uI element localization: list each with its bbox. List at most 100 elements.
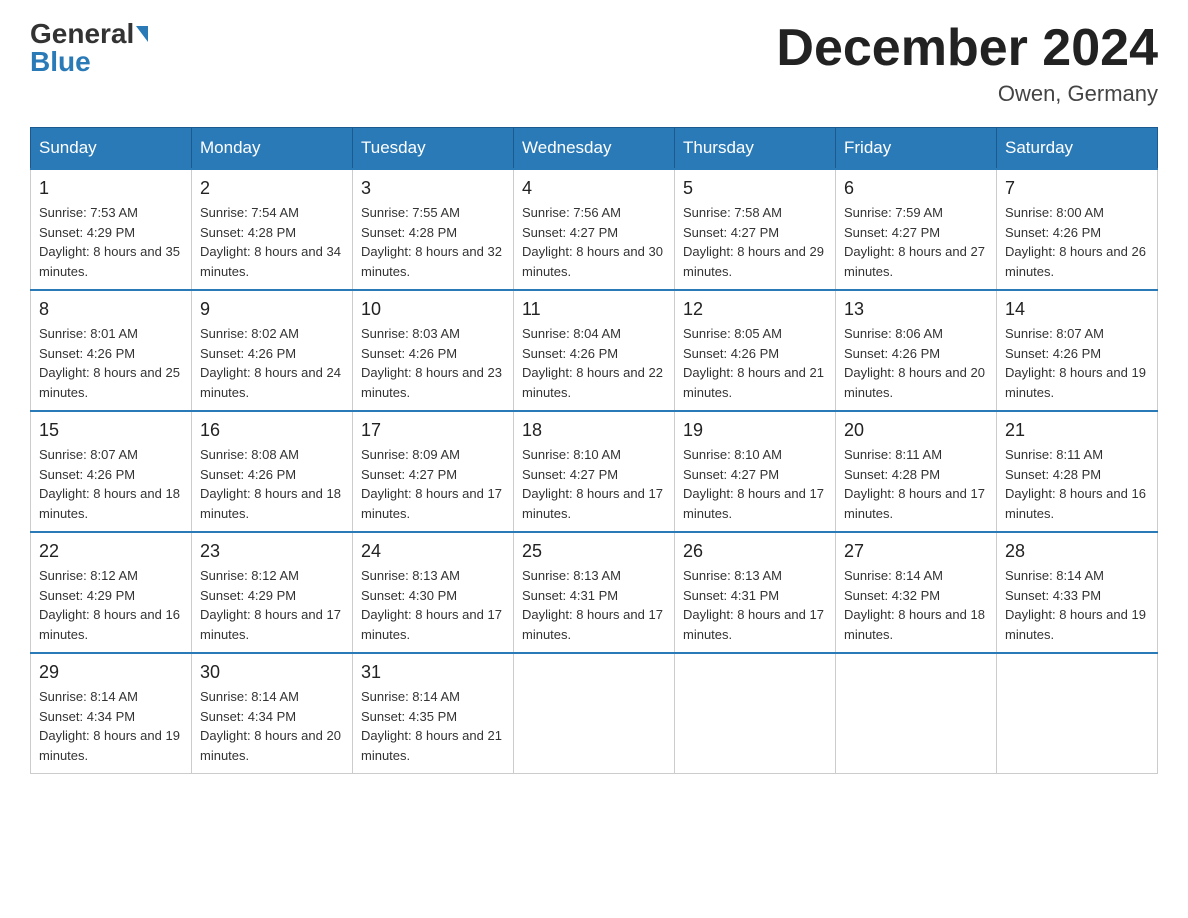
calendar-cell (836, 653, 997, 774)
day-number: 11 (522, 299, 666, 320)
day-info: Sunrise: 8:12 AMSunset: 4:29 PMDaylight:… (200, 566, 344, 644)
day-number: 23 (200, 541, 344, 562)
day-info: Sunrise: 8:09 AMSunset: 4:27 PMDaylight:… (361, 445, 505, 523)
day-info: Sunrise: 8:14 AMSunset: 4:34 PMDaylight:… (200, 687, 344, 765)
day-info: Sunrise: 8:11 AMSunset: 4:28 PMDaylight:… (1005, 445, 1149, 523)
page-header: General Blue December 2024 Owen, Germany (30, 20, 1158, 107)
calendar-week-4: 22 Sunrise: 8:12 AMSunset: 4:29 PMDayligh… (31, 532, 1158, 653)
day-number: 6 (844, 178, 988, 199)
calendar-cell (675, 653, 836, 774)
day-info: Sunrise: 8:14 AMSunset: 4:34 PMDaylight:… (39, 687, 183, 765)
day-info: Sunrise: 8:03 AMSunset: 4:26 PMDaylight:… (361, 324, 505, 402)
calendar-cell: 1 Sunrise: 7:53 AMSunset: 4:29 PMDaylight… (31, 169, 192, 290)
day-number: 19 (683, 420, 827, 441)
calendar-cell: 14Sunrise: 8:07 AMSunset: 4:26 PMDayligh… (997, 290, 1158, 411)
calendar-cell: 18 Sunrise: 8:10 AMSunset: 4:27 PMDayligh… (514, 411, 675, 532)
day-info: Sunrise: 8:01 AMSunset: 4:26 PMDaylight:… (39, 324, 183, 402)
calendar-cell: 21 Sunrise: 8:11 AMSunset: 4:28 PMDayligh… (997, 411, 1158, 532)
day-number: 4 (522, 178, 666, 199)
logo-text-blue: Blue (30, 48, 91, 76)
day-number: 2 (200, 178, 344, 199)
day-number: 31 (361, 662, 505, 683)
day-number: 18 (522, 420, 666, 441)
month-title: December 2024 (776, 20, 1158, 77)
day-info: Sunrise: 8:07 AMSunset: 4:26 PMDaylight:… (1005, 324, 1149, 402)
day-number: 13 (844, 299, 988, 320)
calendar-week-1: 1 Sunrise: 7:53 AMSunset: 4:29 PMDaylight… (31, 169, 1158, 290)
calendar-cell: 16 Sunrise: 8:08 AMSunset: 4:26 PMDayligh… (192, 411, 353, 532)
day-number: 26 (683, 541, 827, 562)
header-friday: Friday (836, 128, 997, 170)
calendar-cell: 26 Sunrise: 8:13 AMSunset: 4:31 PMDayligh… (675, 532, 836, 653)
day-info: Sunrise: 7:56 AMSunset: 4:27 PMDaylight:… (522, 203, 666, 281)
calendar-cell: 8 Sunrise: 8:01 AMSunset: 4:26 PMDaylight… (31, 290, 192, 411)
day-number: 9 (200, 299, 344, 320)
title-area: December 2024 Owen, Germany (776, 20, 1158, 107)
calendar-cell: 7Sunrise: 8:00 AMSunset: 4:26 PMDaylight… (997, 169, 1158, 290)
day-info: Sunrise: 8:13 AMSunset: 4:30 PMDaylight:… (361, 566, 505, 644)
calendar-table: Sunday Monday Tuesday Wednesday Thursday… (30, 127, 1158, 774)
day-info: Sunrise: 8:11 AMSunset: 4:28 PMDaylight:… (844, 445, 988, 523)
calendar-cell: 29Sunrise: 8:14 AMSunset: 4:34 PMDayligh… (31, 653, 192, 774)
calendar-cell: 2 Sunrise: 7:54 AMSunset: 4:28 PMDaylight… (192, 169, 353, 290)
calendar-cell: 24 Sunrise: 8:13 AMSunset: 4:30 PMDayligh… (353, 532, 514, 653)
day-info: Sunrise: 8:10 AMSunset: 4:27 PMDaylight:… (683, 445, 827, 523)
day-number: 5 (683, 178, 827, 199)
calendar-cell: 17 Sunrise: 8:09 AMSunset: 4:27 PMDayligh… (353, 411, 514, 532)
day-info: Sunrise: 7:55 AMSunset: 4:28 PMDaylight:… (361, 203, 505, 281)
day-number: 15 (39, 420, 183, 441)
day-info: Sunrise: 8:06 AMSunset: 4:26 PMDaylight:… (844, 324, 988, 402)
day-number: 27 (844, 541, 988, 562)
calendar-cell: 6 Sunrise: 7:59 AMSunset: 4:27 PMDaylight… (836, 169, 997, 290)
calendar-cell: 30 Sunrise: 8:14 AMSunset: 4:34 PMDayligh… (192, 653, 353, 774)
day-number: 17 (361, 420, 505, 441)
day-info: Sunrise: 8:13 AMSunset: 4:31 PMDaylight:… (683, 566, 827, 644)
day-info: Sunrise: 8:04 AMSunset: 4:26 PMDaylight:… (522, 324, 666, 402)
day-info: Sunrise: 7:53 AMSunset: 4:29 PMDaylight:… (39, 203, 183, 281)
day-info: Sunrise: 7:59 AMSunset: 4:27 PMDaylight:… (844, 203, 988, 281)
day-number: 8 (39, 299, 183, 320)
header-thursday: Thursday (675, 128, 836, 170)
day-number: 1 (39, 178, 183, 199)
day-number: 20 (844, 420, 988, 441)
calendar-cell: 25 Sunrise: 8:13 AMSunset: 4:31 PMDayligh… (514, 532, 675, 653)
day-number: 10 (361, 299, 505, 320)
header-saturday: Saturday (997, 128, 1158, 170)
day-info: Sunrise: 8:07 AMSunset: 4:26 PMDaylight:… (39, 445, 183, 523)
calendar-week-2: 8 Sunrise: 8:01 AMSunset: 4:26 PMDaylight… (31, 290, 1158, 411)
day-number: 3 (361, 178, 505, 199)
calendar-cell: 23 Sunrise: 8:12 AMSunset: 4:29 PMDayligh… (192, 532, 353, 653)
day-number: 7 (1005, 178, 1149, 199)
logo-text-general: General (30, 20, 134, 48)
calendar-cell: 4 Sunrise: 7:56 AMSunset: 4:27 PMDaylight… (514, 169, 675, 290)
weekday-header-row: Sunday Monday Tuesday Wednesday Thursday… (31, 128, 1158, 170)
calendar-cell: 10 Sunrise: 8:03 AMSunset: 4:26 PMDayligh… (353, 290, 514, 411)
calendar-cell: 31Sunrise: 8:14 AMSunset: 4:35 PMDayligh… (353, 653, 514, 774)
logo: General Blue (30, 20, 148, 76)
calendar-cell: 5Sunrise: 7:58 AMSunset: 4:27 PMDaylight… (675, 169, 836, 290)
day-number: 30 (200, 662, 344, 683)
day-number: 24 (361, 541, 505, 562)
calendar-week-3: 15 Sunrise: 8:07 AMSunset: 4:26 PMDayligh… (31, 411, 1158, 532)
calendar-cell: 28Sunrise: 8:14 AMSunset: 4:33 PMDayligh… (997, 532, 1158, 653)
calendar-cell (514, 653, 675, 774)
day-info: Sunrise: 8:10 AMSunset: 4:27 PMDaylight:… (522, 445, 666, 523)
calendar-cell: 19 Sunrise: 8:10 AMSunset: 4:27 PMDayligh… (675, 411, 836, 532)
day-number: 22 (39, 541, 183, 562)
calendar-cell (997, 653, 1158, 774)
day-info: Sunrise: 8:14 AMSunset: 4:32 PMDaylight:… (844, 566, 988, 644)
day-number: 21 (1005, 420, 1149, 441)
header-tuesday: Tuesday (353, 128, 514, 170)
day-number: 16 (200, 420, 344, 441)
location-label: Owen, Germany (776, 81, 1158, 107)
calendar-cell: 27 Sunrise: 8:14 AMSunset: 4:32 PMDayligh… (836, 532, 997, 653)
logo-arrow-icon (136, 26, 148, 42)
day-info: Sunrise: 8:12 AMSunset: 4:29 PMDaylight:… (39, 566, 183, 644)
day-info: Sunrise: 7:54 AMSunset: 4:28 PMDaylight:… (200, 203, 344, 281)
day-info: Sunrise: 8:05 AMSunset: 4:26 PMDaylight:… (683, 324, 827, 402)
header-wednesday: Wednesday (514, 128, 675, 170)
day-number: 28 (1005, 541, 1149, 562)
day-info: Sunrise: 8:08 AMSunset: 4:26 PMDaylight:… (200, 445, 344, 523)
day-info: Sunrise: 8:13 AMSunset: 4:31 PMDaylight:… (522, 566, 666, 644)
day-number: 25 (522, 541, 666, 562)
